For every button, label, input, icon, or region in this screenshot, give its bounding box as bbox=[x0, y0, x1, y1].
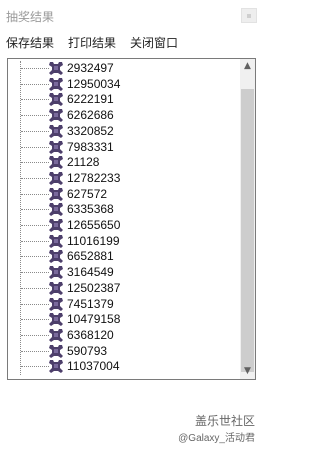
menu-save-results[interactable]: 保存结果 bbox=[6, 34, 54, 51]
title-bar: 抽奖结果 bbox=[0, 0, 261, 31]
result-number: 10479158 bbox=[67, 312, 121, 327]
result-number: 11016199 bbox=[67, 233, 120, 248]
result-number: 3320852 bbox=[67, 123, 114, 138]
tree-row[interactable]: 7983331 bbox=[8, 139, 240, 156]
vertical-scrollbar[interactable]: ▲ ▼ bbox=[240, 59, 255, 379]
purple-person-icon bbox=[48, 281, 64, 296]
result-number: 6335368 bbox=[67, 202, 114, 217]
purple-person-icon bbox=[48, 187, 64, 202]
tree-row[interactable]: 21128 bbox=[8, 154, 240, 171]
tree-branch-line bbox=[21, 146, 49, 148]
tree-branch-line bbox=[21, 177, 49, 179]
tree-row[interactable]: 6335368 bbox=[8, 201, 240, 218]
tree-branch-line bbox=[21, 99, 49, 101]
menu-bar: 保存结果 打印结果 关闭窗口 bbox=[0, 31, 261, 51]
tree-row[interactable]: 6368120 bbox=[8, 327, 240, 344]
tree-row[interactable]: 12655650 bbox=[8, 217, 240, 234]
tree-row[interactable]: 11016199 bbox=[8, 233, 240, 250]
result-number: 12950034 bbox=[67, 76, 121, 91]
results-list: 2932497 12950034 6222191 6262686 3320852 7983… bbox=[8, 59, 240, 379]
tree-branch-line bbox=[21, 334, 49, 336]
tree-row[interactable]: 12950034 bbox=[8, 76, 240, 93]
purple-person-icon bbox=[48, 359, 64, 374]
result-number: 11037004 bbox=[67, 359, 120, 374]
menu-print-results[interactable]: 打印结果 bbox=[68, 34, 116, 51]
menu-close-window[interactable]: 关闭窗口 bbox=[130, 34, 178, 51]
tree-branch-line bbox=[21, 115, 49, 117]
tree-row[interactable]: 12502387 bbox=[8, 280, 240, 297]
watermark-site: 盖乐世社区 bbox=[194, 414, 255, 428]
result-number: 7983331 bbox=[67, 139, 114, 154]
tree-row[interactable]: 3320852 bbox=[8, 123, 240, 140]
tree-row[interactable]: 12782233 bbox=[8, 170, 240, 187]
tree-branch-line bbox=[21, 240, 49, 242]
result-number: 2932497 bbox=[67, 61, 114, 75]
result-number: 627572 bbox=[67, 186, 108, 201]
result-number: 6262686 bbox=[67, 108, 114, 123]
purple-person-icon bbox=[48, 61, 64, 76]
scroll-up-arrow[interactable]: ▲ bbox=[240, 59, 255, 74]
result-number: 6652881 bbox=[67, 249, 114, 264]
tree-row[interactable]: 3164549 bbox=[8, 264, 240, 281]
tree-row[interactable]: 10479158 bbox=[8, 311, 240, 328]
purple-person-icon bbox=[48, 77, 64, 92]
tree-branch-line bbox=[21, 272, 49, 274]
purple-person-icon bbox=[48, 202, 64, 217]
tree-branch-line bbox=[21, 193, 49, 195]
close-icon bbox=[247, 14, 251, 18]
purple-person-icon bbox=[48, 124, 64, 139]
purple-person-icon bbox=[48, 328, 64, 343]
tree-branch-line bbox=[21, 287, 49, 289]
purple-person-icon bbox=[48, 344, 64, 359]
tree-row[interactable]: 627572 bbox=[8, 186, 240, 203]
purple-person-icon bbox=[48, 234, 64, 249]
purple-person-icon bbox=[48, 155, 64, 170]
result-number: 12502387 bbox=[67, 280, 121, 295]
purple-person-icon bbox=[48, 297, 64, 312]
tree-branch-line bbox=[21, 319, 49, 321]
result-number: 12655650 bbox=[67, 218, 121, 232]
result-number: 6222191 bbox=[67, 92, 114, 107]
result-number: 590793 bbox=[67, 343, 108, 358]
tree-branch-line bbox=[21, 83, 49, 85]
tree-row[interactable]: 6262686 bbox=[8, 107, 240, 124]
tree-branch-line bbox=[21, 162, 49, 164]
tree-row[interactable]: 11037004 bbox=[8, 358, 240, 375]
tree-branch-line bbox=[21, 130, 49, 132]
purple-person-icon bbox=[48, 312, 64, 327]
result-number: 21128 bbox=[67, 155, 100, 170]
result-number: 12782233 bbox=[67, 170, 121, 185]
tree-branch-line bbox=[21, 366, 49, 368]
purple-person-icon bbox=[48, 171, 64, 186]
purple-person-icon bbox=[48, 265, 64, 280]
tree-row[interactable]: 2932497 bbox=[8, 60, 240, 77]
tree-row[interactable]: 6222191 bbox=[8, 91, 240, 108]
result-number: 3164549 bbox=[67, 265, 114, 280]
tree-branch-line bbox=[21, 303, 49, 305]
scroll-down-arrow[interactable]: ▼ bbox=[240, 364, 255, 379]
tree-row[interactable]: 7451379 bbox=[8, 296, 240, 313]
tree-branch-line bbox=[21, 209, 49, 211]
tree-branch-line bbox=[21, 68, 49, 69]
purple-person-icon bbox=[48, 92, 64, 107]
tree-branch-line bbox=[21, 350, 49, 352]
tree-branch-line bbox=[21, 256, 49, 258]
tree-row[interactable]: 590793 bbox=[8, 343, 240, 360]
result-number: 7451379 bbox=[67, 296, 114, 311]
tree-row[interactable]: 6652881 bbox=[8, 248, 240, 265]
purple-person-icon bbox=[48, 249, 64, 264]
window-title: 抽奖结果 bbox=[6, 10, 55, 24]
results-tree[interactable]: 2932497 12950034 6222191 6262686 3320852 7983… bbox=[7, 58, 256, 380]
purple-person-icon bbox=[48, 108, 64, 123]
purple-person-icon bbox=[48, 140, 64, 155]
purple-person-icon bbox=[48, 218, 64, 233]
tree-branch-line bbox=[21, 225, 49, 226]
watermark-handle: @Galaxy_活动君 bbox=[178, 433, 255, 444]
close-window-button[interactable] bbox=[241, 8, 257, 23]
result-number: 6368120 bbox=[67, 327, 114, 342]
scroll-thumb[interactable] bbox=[241, 89, 254, 372]
